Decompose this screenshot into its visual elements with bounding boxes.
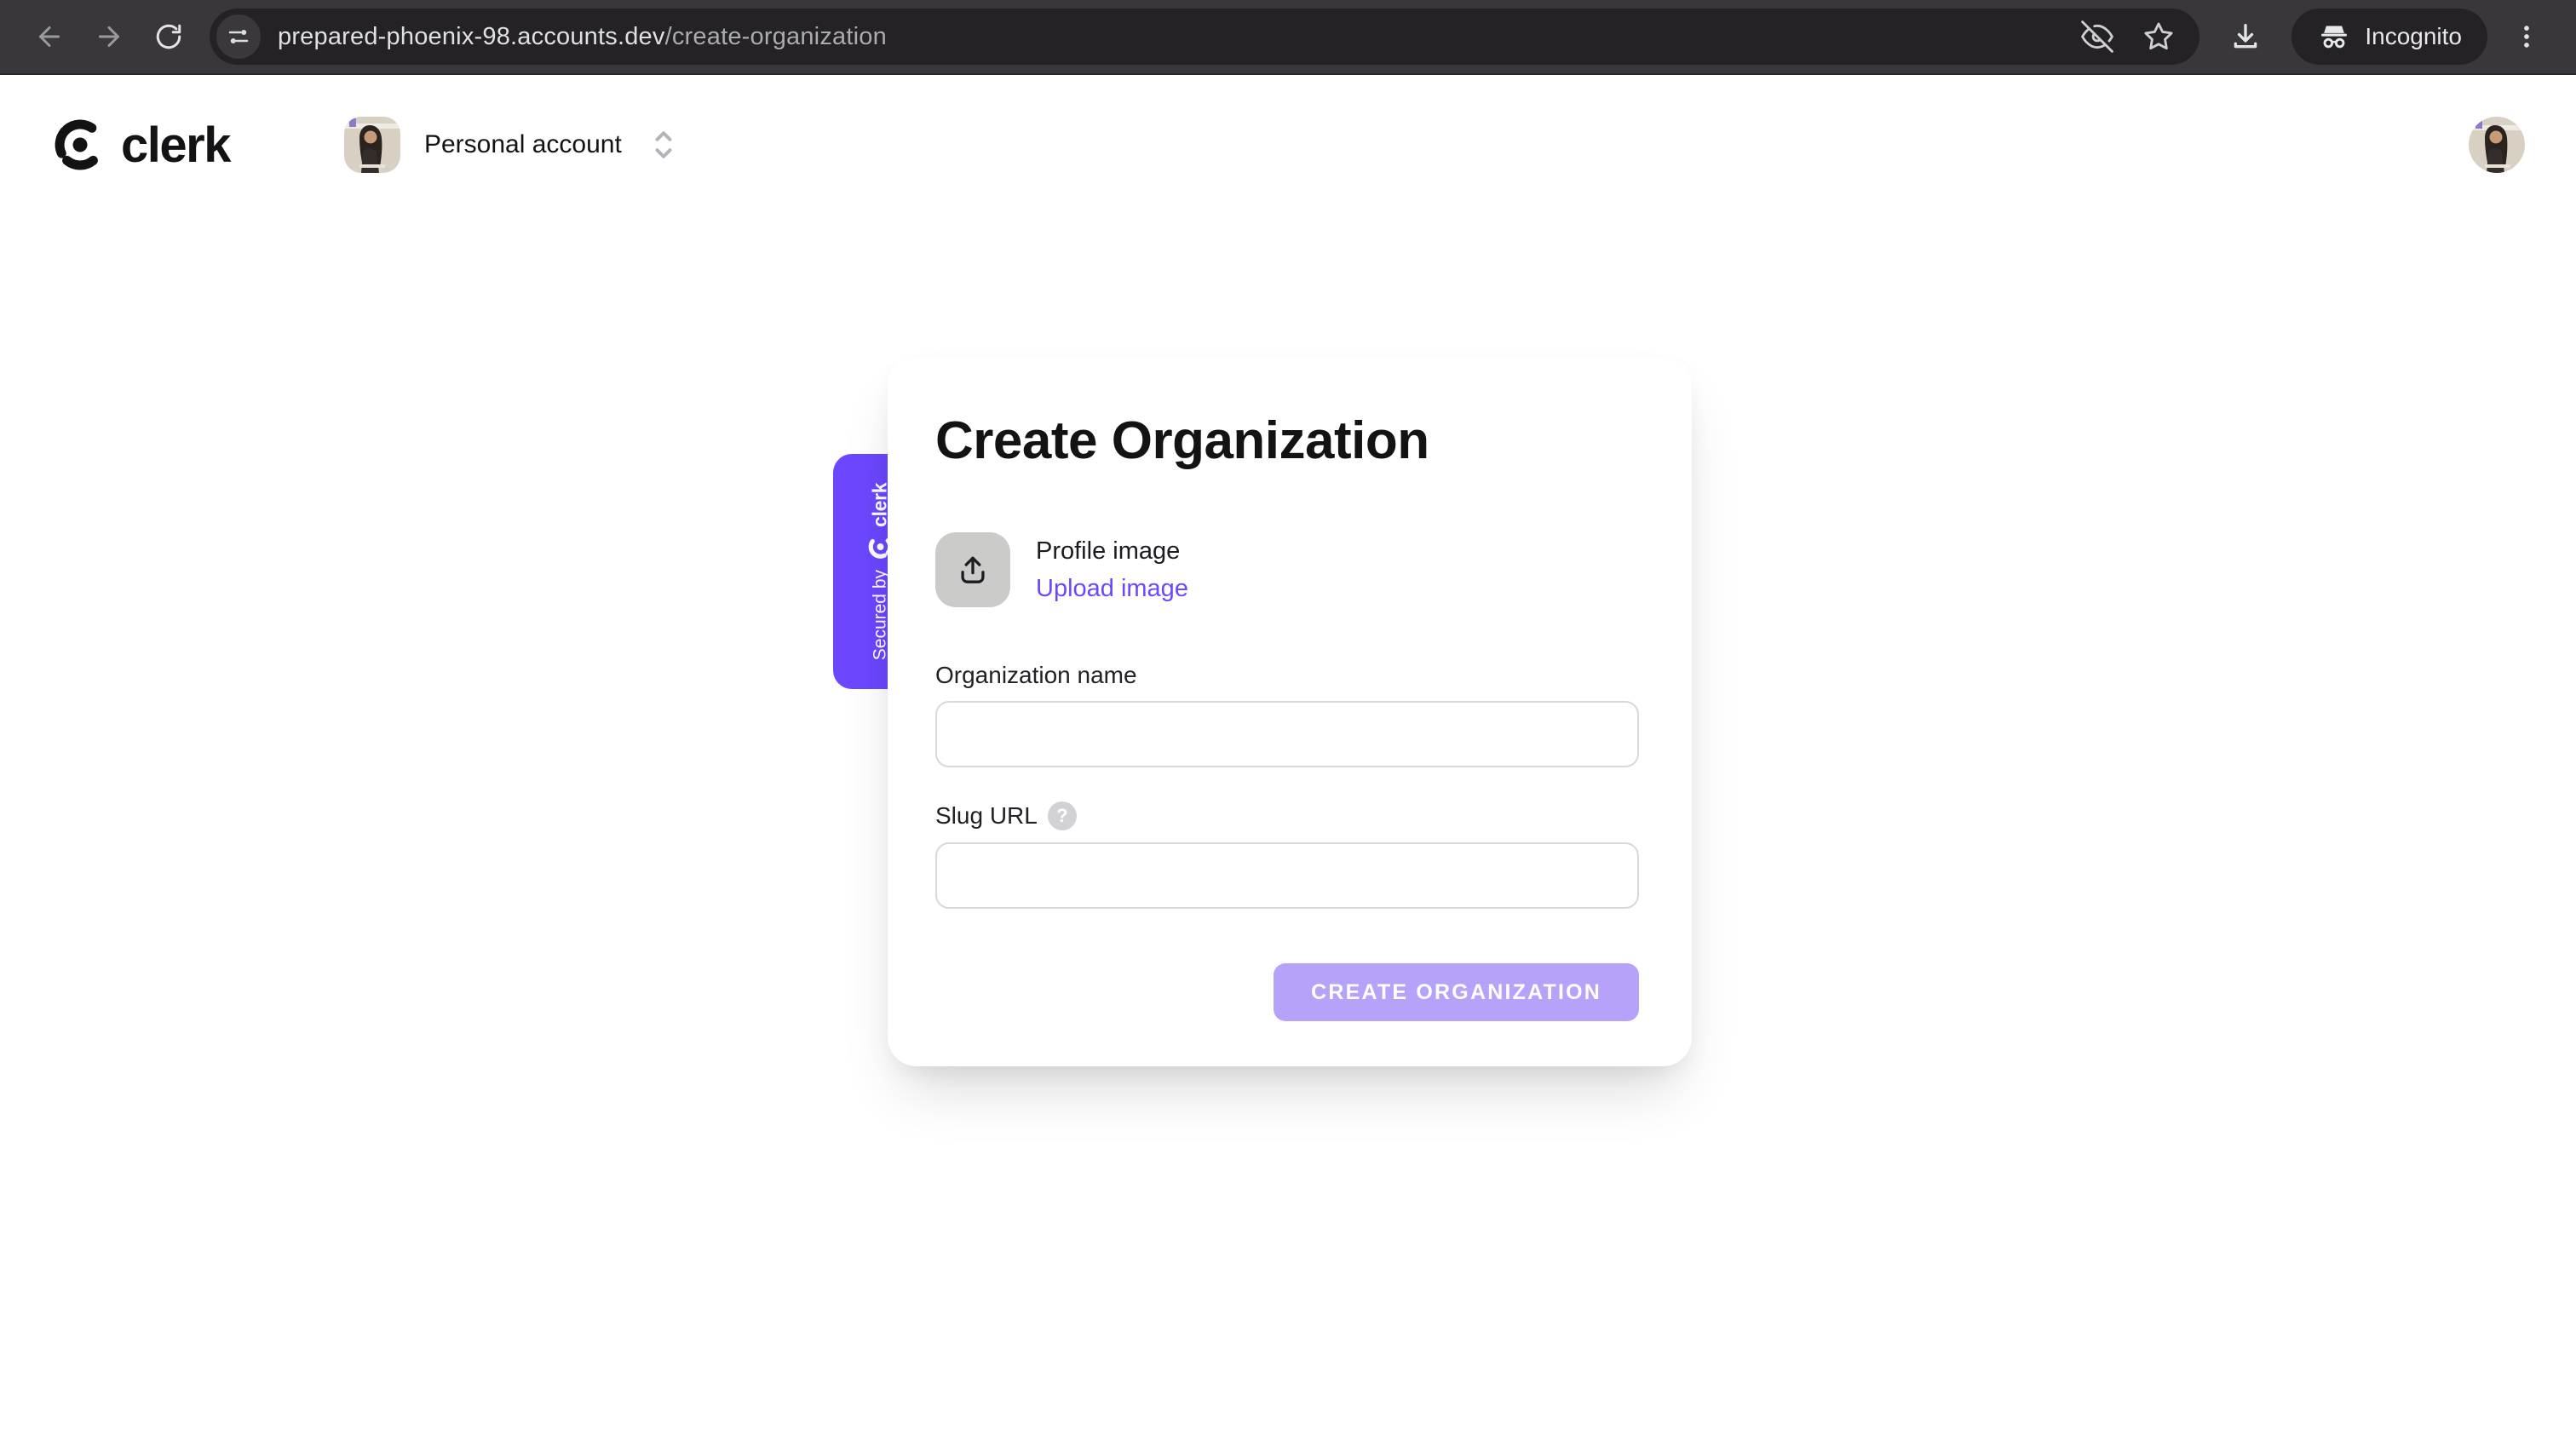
site-controls-icon[interactable] (216, 14, 261, 59)
clerk-logo-icon (55, 119, 98, 170)
slug-url-label: Slug URL ? (935, 801, 1639, 830)
create-organization-button[interactable]: CREATE ORGANIZATION (1274, 963, 1639, 1021)
chevron-up-down-icon (651, 128, 676, 162)
incognito-badge[interactable]: Incognito (2291, 9, 2487, 65)
clerk-brand: clerk (53, 117, 231, 174)
account-switcher-label: Personal account (423, 130, 622, 158)
profile-image-row: Profile image Upload image (935, 532, 1639, 607)
slug-url-label-text: Slug URL (935, 802, 1038, 829)
account-switcher[interactable]: Personal account (343, 117, 676, 173)
incognito-label: Incognito (2365, 23, 2462, 49)
slug-url-input[interactable] (935, 842, 1639, 909)
card-actions-row: CREATE ORGANIZATION (935, 963, 1639, 1021)
profile-image-upload-tile[interactable] (935, 532, 1010, 607)
profile-image-text-col: Profile image Upload image (1036, 537, 1188, 603)
bookmark-star-icon[interactable] (2140, 18, 2177, 55)
upload-icon (961, 556, 985, 583)
page-body: clerk Personal account Secured by clerk … (0, 75, 2576, 1451)
three-dot-menu-icon[interactable] (2503, 13, 2550, 60)
profile-image-label: Profile image (1036, 537, 1181, 565)
download-icon[interactable] (2222, 13, 2269, 60)
card-title: Create Organization (935, 411, 1429, 470)
url-domain: prepared-phoenix-98.accounts.dev (278, 22, 665, 50)
url-text[interactable]: prepared-phoenix-98.accounts.dev/create-… (278, 23, 887, 51)
user-avatar[interactable] (2469, 117, 2525, 173)
help-icon[interactable]: ? (1047, 801, 1077, 830)
browser-toolbar: prepared-phoenix-98.accounts.dev/create-… (0, 0, 2576, 75)
clerk-wordmark: clerk (121, 117, 231, 173)
app-header: clerk Personal account (0, 75, 2576, 191)
forward-icon[interactable] (85, 13, 133, 60)
upload-image-link[interactable]: Upload image (1036, 575, 1188, 603)
reload-icon[interactable] (145, 13, 193, 60)
create-organization-card: Create Organization Profile image Upload… (888, 356, 1692, 1066)
organization-name-input[interactable] (935, 701, 1639, 767)
account-avatar (343, 117, 400, 173)
url-bar[interactable]: prepared-phoenix-98.accounts.dev/create-… (210, 9, 2200, 65)
organization-name-label: Organization name (935, 662, 1639, 689)
eye-off-icon[interactable] (2079, 18, 2116, 55)
organization-name-label-text: Organization name (935, 662, 1137, 688)
url-path: /create-organization (664, 22, 887, 50)
back-icon[interactable] (26, 13, 73, 60)
toolbar-right-cluster: Incognito (2222, 9, 2550, 65)
